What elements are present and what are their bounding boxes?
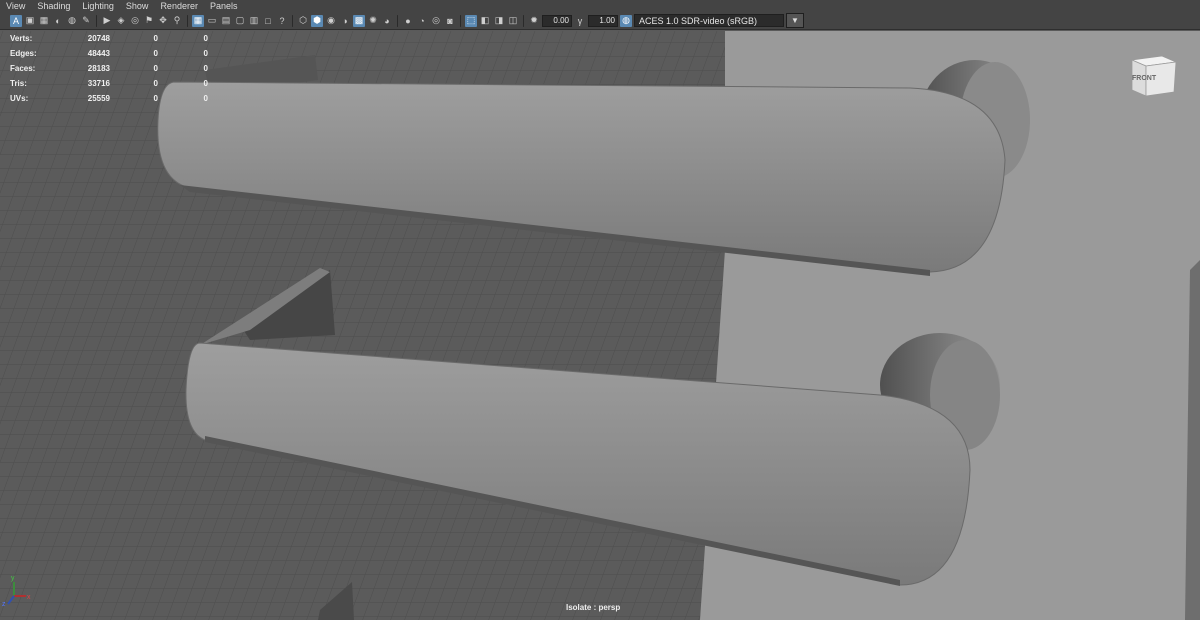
view-cube[interactable]: FRONT: [1128, 50, 1178, 100]
two-d-pan-icon[interactable]: ◍: [66, 15, 78, 27]
transform-icon[interactable]: ✥: [157, 15, 169, 27]
menu-shading[interactable]: Shading: [31, 1, 76, 11]
hud-value: 0: [153, 64, 158, 73]
playblast-icon[interactable]: ▶: [101, 15, 113, 27]
menu-renderer[interactable]: Renderer: [154, 1, 204, 11]
hud-value: 0: [203, 64, 208, 73]
depth-of-field-icon[interactable]: ◙: [444, 15, 456, 27]
svg-text:y: y: [11, 575, 15, 582]
poly-count-hud: Verts: 20748 0 0 Edges: 48443 0 0 Faces:…: [10, 31, 208, 106]
hud-label: Faces:: [10, 64, 36, 73]
menu-lighting[interactable]: Lighting: [76, 1, 120, 11]
gamma-icon[interactable]: γ: [574, 15, 586, 27]
exposure-field[interactable]: 0.00: [542, 14, 572, 27]
hud-label: UVs:: [10, 94, 29, 103]
isolate-select-icon[interactable]: ⬚: [465, 14, 477, 27]
image-plane-icon[interactable]: ◐: [52, 15, 64, 27]
menu-show[interactable]: Show: [120, 1, 155, 11]
hud-label: Tris:: [10, 79, 27, 88]
svg-text:z: z: [2, 601, 6, 608]
hud-value: 20748: [87, 34, 110, 43]
gate-mask-icon[interactable]: ▢: [234, 15, 246, 27]
camera-attributes-icon[interactable]: ▣: [24, 15, 36, 27]
isolate-label: Isolate : persp: [566, 603, 621, 612]
select-camera-icon[interactable]: A: [10, 14, 22, 27]
hud-row-uvs: UVs: 25559 0 0: [10, 91, 208, 106]
motion-blur-icon[interactable]: ◔: [416, 15, 428, 27]
hud-row-verts: Verts: 20748 0 0: [10, 31, 208, 46]
xray-active-components-icon[interactable]: ◫: [507, 15, 519, 27]
viewcube-face-label: FRONT: [1132, 75, 1157, 82]
hud-value: 0: [153, 49, 158, 58]
hud-value: 0: [203, 79, 208, 88]
grid-icon[interactable]: ▦: [192, 14, 204, 27]
safe-title-icon[interactable]: ?: [276, 15, 288, 27]
hud-value: 0: [203, 94, 208, 103]
hud-value: 0: [153, 79, 158, 88]
shadows-icon[interactable]: ◕: [381, 15, 393, 27]
color-management-icon[interactable]: ◍: [620, 14, 632, 27]
smooth-shade-icon[interactable]: ⬢: [311, 14, 323, 27]
menu-view[interactable]: View: [0, 1, 31, 11]
panel-toolbar: A ▣ ▦ ◐ ◍ ✎ ▶ ◈ ◎ ⚑ ✥ ⚲ ▦ ▭ ▤ ▢ ▥ □ ? ⬡ …: [0, 12, 1200, 30]
hud-row-tris: Tris: 33716 0 0: [10, 76, 208, 91]
viewport-3d[interactable]: x y z: [0, 31, 1200, 620]
flag-icon[interactable]: ⚑: [143, 15, 155, 27]
separator: [96, 14, 97, 27]
hud-value: 0: [153, 94, 158, 103]
default-material-icon[interactable]: ◉: [325, 15, 337, 27]
gamma-field[interactable]: 1.00: [588, 14, 618, 27]
separator: [460, 14, 461, 27]
hud-label: Edges:: [10, 49, 37, 58]
hud-value: 33716: [87, 79, 110, 88]
hud-row-edges: Edges: 48443 0 0: [10, 46, 208, 61]
grease-pencil-icon[interactable]: ✎: [80, 15, 92, 27]
hud-value: 28183: [87, 64, 110, 73]
capture-icon[interactable]: ◎: [129, 15, 141, 27]
multisample-aa-icon[interactable]: ◎: [430, 15, 442, 27]
hud-value: 0: [203, 34, 208, 43]
film-gate-icon[interactable]: ▭: [206, 15, 218, 27]
separator: [397, 14, 398, 27]
exposure-icon[interactable]: ✹: [528, 15, 540, 27]
safe-action-icon[interactable]: □: [262, 15, 274, 27]
menu-panels[interactable]: Panels: [204, 1, 244, 11]
svg-text:x: x: [27, 594, 31, 601]
color-space-dropdown[interactable]: ACES 1.0 SDR-video (sRGB): [634, 14, 784, 27]
bookmark-icon[interactable]: ▦: [38, 15, 50, 27]
xray-joints-icon[interactable]: ◨: [493, 15, 505, 27]
screen-space-ao-icon[interactable]: ●: [402, 15, 414, 27]
xray-icon[interactable]: ◧: [479, 15, 491, 27]
separator: [523, 14, 524, 27]
viewport-menubar: View Shading Lighting Show Renderer Pane…: [0, 0, 1200, 12]
separator: [292, 14, 293, 27]
hud-label: Verts:: [10, 34, 33, 43]
hud-value: 0: [203, 49, 208, 58]
hud-value: 0: [153, 34, 158, 43]
camera-icon[interactable]: ◈: [115, 15, 127, 27]
hud-row-faces: Faces: 28183 0 0: [10, 61, 208, 76]
snap-icon[interactable]: ⚲: [171, 15, 183, 27]
resolution-gate-icon[interactable]: ▤: [220, 15, 232, 27]
lights-icon[interactable]: ✺: [367, 15, 379, 27]
textured-icon[interactable]: ▩: [353, 14, 365, 27]
field-chart-icon[interactable]: ▥: [248, 15, 260, 27]
wireframe-on-shaded-icon[interactable]: ◑: [339, 15, 351, 27]
hud-value: 25559: [87, 94, 110, 103]
separator: [187, 14, 188, 27]
wireframe-icon[interactable]: ⬡: [297, 15, 309, 27]
hud-value: 48443: [87, 49, 110, 58]
chevron-down-icon[interactable]: ▼: [786, 13, 804, 28]
